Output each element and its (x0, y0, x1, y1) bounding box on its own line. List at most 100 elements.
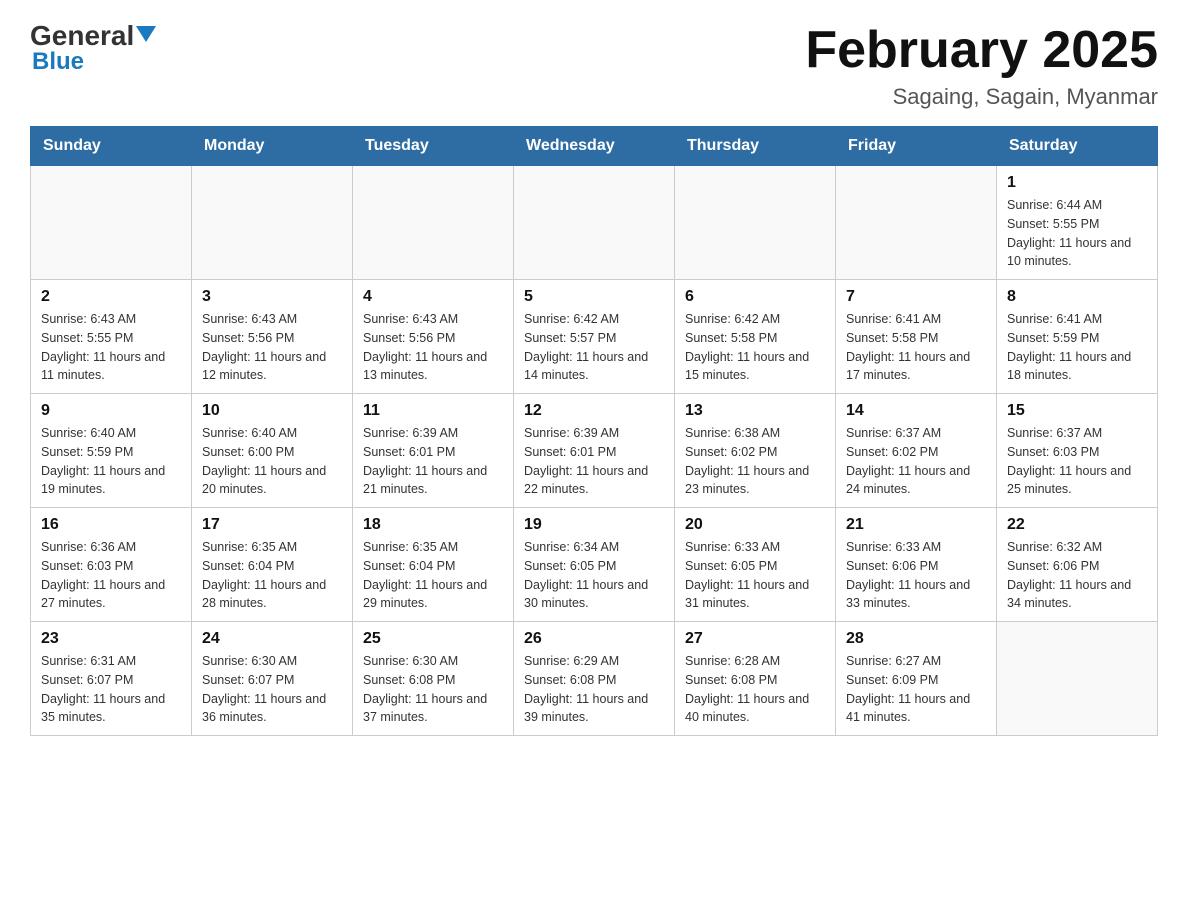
day-number: 28 (846, 630, 986, 648)
day-info: Sunrise: 6:40 AMSunset: 6:00 PMDaylight:… (202, 424, 342, 499)
calendar-cell: 23 Sunrise: 6:31 AMSunset: 6:07 PMDayligh… (31, 622, 192, 736)
calendar-cell: 19 Sunrise: 6:34 AMSunset: 6:05 PMDayligh… (514, 508, 675, 622)
calendar-header-row: SundayMondayTuesdayWednesdayThursdayFrid… (31, 127, 1158, 166)
day-info: Sunrise: 6:42 AMSunset: 5:57 PMDaylight:… (524, 310, 664, 385)
day-number: 25 (363, 630, 503, 648)
day-info: Sunrise: 6:37 AMSunset: 6:03 PMDaylight:… (1007, 424, 1147, 499)
day-number: 1 (1007, 174, 1147, 192)
day-info: Sunrise: 6:33 AMSunset: 6:05 PMDaylight:… (685, 538, 825, 613)
day-of-week-header: Tuesday (353, 127, 514, 166)
calendar-cell: 15 Sunrise: 6:37 AMSunset: 6:03 PMDayligh… (997, 394, 1158, 508)
day-number: 21 (846, 516, 986, 534)
calendar-cell: 25 Sunrise: 6:30 AMSunset: 6:08 PMDayligh… (353, 622, 514, 736)
calendar-cell (31, 166, 192, 280)
calendar-cell: 12 Sunrise: 6:39 AMSunset: 6:01 PMDayligh… (514, 394, 675, 508)
calendar-cell: 20 Sunrise: 6:33 AMSunset: 6:05 PMDayligh… (675, 508, 836, 622)
day-info: Sunrise: 6:41 AMSunset: 5:58 PMDaylight:… (846, 310, 986, 385)
calendar-week-row: 1 Sunrise: 6:44 AMSunset: 5:55 PMDaylight… (31, 166, 1158, 280)
calendar-cell: 14Sunrise: 6:37 AMSunset: 6:02 PMDayligh… (836, 394, 997, 508)
day-number: 3 (202, 288, 342, 306)
day-info: Sunrise: 6:30 AMSunset: 6:07 PMDaylight:… (202, 652, 342, 727)
calendar-cell: 16 Sunrise: 6:36 AMSunset: 6:03 PMDayligh… (31, 508, 192, 622)
day-info: Sunrise: 6:40 AMSunset: 5:59 PMDaylight:… (41, 424, 181, 499)
day-number: 19 (524, 516, 664, 534)
day-number: 15 (1007, 402, 1147, 420)
day-number: 6 (685, 288, 825, 306)
calendar-cell (353, 166, 514, 280)
day-info: Sunrise: 6:35 AMSunset: 6:04 PMDaylight:… (363, 538, 503, 613)
day-info: Sunrise: 6:44 AMSunset: 5:55 PMDaylight:… (1007, 196, 1147, 271)
day-info: Sunrise: 6:38 AMSunset: 6:02 PMDaylight:… (685, 424, 825, 499)
day-number: 16 (41, 516, 181, 534)
day-of-week-header: Sunday (31, 127, 192, 166)
calendar-cell: 5 Sunrise: 6:42 AMSunset: 5:57 PMDaylight… (514, 280, 675, 394)
day-number: 11 (363, 402, 503, 420)
calendar-cell (514, 166, 675, 280)
day-info: Sunrise: 6:33 AMSunset: 6:06 PMDaylight:… (846, 538, 986, 613)
day-info: Sunrise: 6:42 AMSunset: 5:58 PMDaylight:… (685, 310, 825, 385)
day-number: 14 (846, 402, 986, 420)
calendar-cell: 4 Sunrise: 6:43 AMSunset: 5:56 PMDaylight… (353, 280, 514, 394)
day-info: Sunrise: 6:31 AMSunset: 6:07 PMDaylight:… (41, 652, 181, 727)
day-number: 2 (41, 288, 181, 306)
calendar-cell: 7 Sunrise: 6:41 AMSunset: 5:58 PMDaylight… (836, 280, 997, 394)
day-info: Sunrise: 6:43 AMSunset: 5:56 PMDaylight:… (363, 310, 503, 385)
calendar-cell: 3 Sunrise: 6:43 AMSunset: 5:56 PMDaylight… (192, 280, 353, 394)
calendar-week-row: 9 Sunrise: 6:40 AMSunset: 5:59 PMDaylight… (31, 394, 1158, 508)
title-section: February 2025 Sagaing, Sagain, Myanmar (805, 20, 1158, 110)
calendar-cell: 24 Sunrise: 6:30 AMSunset: 6:07 PMDayligh… (192, 622, 353, 736)
day-number: 10 (202, 402, 342, 420)
calendar-table: SundayMondayTuesdayWednesdayThursdayFrid… (30, 126, 1158, 736)
day-info: Sunrise: 6:36 AMSunset: 6:03 PMDaylight:… (41, 538, 181, 613)
day-number: 27 (685, 630, 825, 648)
calendar-cell: 27 Sunrise: 6:28 AMSunset: 6:08 PMDayligh… (675, 622, 836, 736)
calendar-cell (836, 166, 997, 280)
day-info: Sunrise: 6:39 AMSunset: 6:01 PMDaylight:… (524, 424, 664, 499)
logo-triangle-icon (136, 26, 156, 42)
day-number: 24 (202, 630, 342, 648)
page-header: General Blue February 2025 Sagaing, Saga… (30, 20, 1158, 110)
calendar-cell: 13Sunrise: 6:38 AMSunset: 6:02 PMDayligh… (675, 394, 836, 508)
day-of-week-header: Monday (192, 127, 353, 166)
location-subtitle: Sagaing, Sagain, Myanmar (805, 84, 1158, 110)
calendar-cell: 21 Sunrise: 6:33 AMSunset: 6:06 PMDayligh… (836, 508, 997, 622)
calendar-cell: 1 Sunrise: 6:44 AMSunset: 5:55 PMDaylight… (997, 166, 1158, 280)
day-number: 8 (1007, 288, 1147, 306)
calendar-cell: 22 Sunrise: 6:32 AMSunset: 6:06 PMDayligh… (997, 508, 1158, 622)
calendar-cell: 28 Sunrise: 6:27 AMSunset: 6:09 PMDayligh… (836, 622, 997, 736)
day-number: 9 (41, 402, 181, 420)
day-info: Sunrise: 6:35 AMSunset: 6:04 PMDaylight:… (202, 538, 342, 613)
day-number: 7 (846, 288, 986, 306)
day-number: 12 (524, 402, 664, 420)
day-info: Sunrise: 6:32 AMSunset: 6:06 PMDaylight:… (1007, 538, 1147, 613)
calendar-cell: 2 Sunrise: 6:43 AMSunset: 5:55 PMDaylight… (31, 280, 192, 394)
month-title: February 2025 (805, 20, 1158, 80)
logo: General Blue (30, 20, 156, 76)
day-info: Sunrise: 6:39 AMSunset: 6:01 PMDaylight:… (363, 424, 503, 499)
calendar-cell (192, 166, 353, 280)
logo-blue-text: Blue (32, 48, 84, 76)
calendar-cell: 8 Sunrise: 6:41 AMSunset: 5:59 PMDaylight… (997, 280, 1158, 394)
day-info: Sunrise: 6:28 AMSunset: 6:08 PMDaylight:… (685, 652, 825, 727)
day-number: 4 (363, 288, 503, 306)
calendar-cell: 9 Sunrise: 6:40 AMSunset: 5:59 PMDaylight… (31, 394, 192, 508)
day-number: 5 (524, 288, 664, 306)
day-info: Sunrise: 6:34 AMSunset: 6:05 PMDaylight:… (524, 538, 664, 613)
day-number: 26 (524, 630, 664, 648)
day-info: Sunrise: 6:41 AMSunset: 5:59 PMDaylight:… (1007, 310, 1147, 385)
calendar-cell: 10 Sunrise: 6:40 AMSunset: 6:00 PMDayligh… (192, 394, 353, 508)
day-number: 20 (685, 516, 825, 534)
calendar-week-row: 2 Sunrise: 6:43 AMSunset: 5:55 PMDaylight… (31, 280, 1158, 394)
calendar-cell: 17 Sunrise: 6:35 AMSunset: 6:04 PMDayligh… (192, 508, 353, 622)
day-info: Sunrise: 6:43 AMSunset: 5:56 PMDaylight:… (202, 310, 342, 385)
day-info: Sunrise: 6:43 AMSunset: 5:55 PMDaylight:… (41, 310, 181, 385)
day-info: Sunrise: 6:27 AMSunset: 6:09 PMDaylight:… (846, 652, 986, 727)
day-of-week-header: Friday (836, 127, 997, 166)
calendar-cell: 26Sunrise: 6:29 AMSunset: 6:08 PMDayligh… (514, 622, 675, 736)
day-info: Sunrise: 6:30 AMSunset: 6:08 PMDaylight:… (363, 652, 503, 727)
day-number: 22 (1007, 516, 1147, 534)
day-number: 18 (363, 516, 503, 534)
day-of-week-header: Thursday (675, 127, 836, 166)
day-number: 17 (202, 516, 342, 534)
day-number: 23 (41, 630, 181, 648)
